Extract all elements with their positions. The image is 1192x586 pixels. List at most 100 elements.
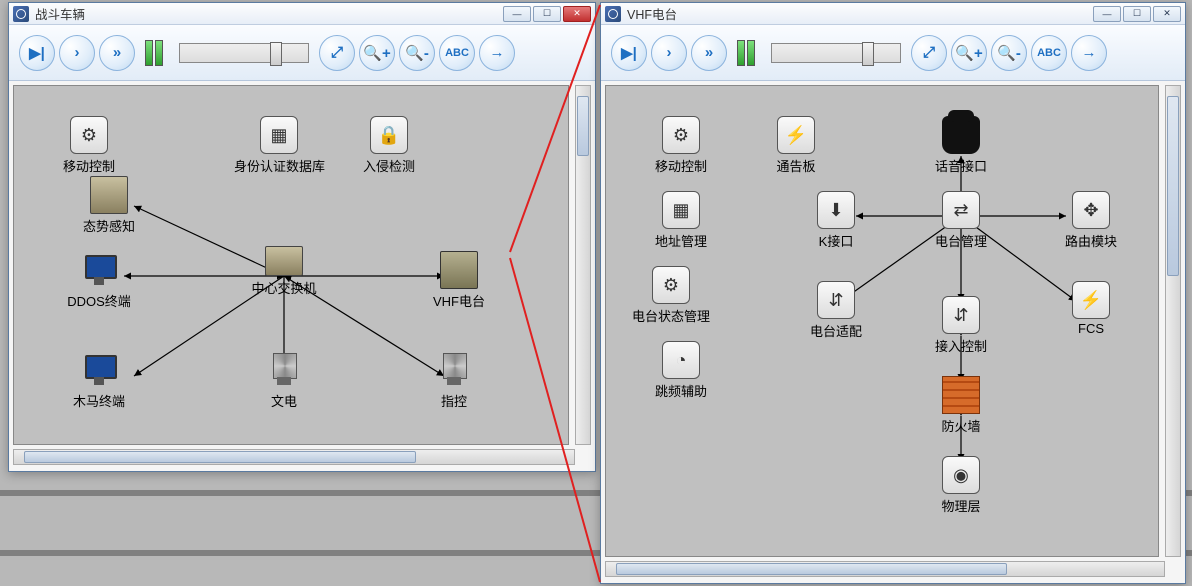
radio-icon xyxy=(440,251,478,289)
canvas-area: ⚙ 移动控制 ⚡ 通告板 话音接口 ▦ 地址管理 ⬇ K接口 ⇄ 电台管理 xyxy=(601,81,1185,581)
toolbar: ▶| › » ⤢ 🔍+ 🔍- ABC → xyxy=(9,25,595,81)
node-access[interactable]: ⇵ 接入控制 xyxy=(916,296,1006,355)
canvas-area: ⚙ 移动控制 ▦ 身份认证数据库 🔒 入侵检测 态势感知 DDOS终端 木马 xyxy=(9,81,595,469)
vertical-scrollbar[interactable] xyxy=(575,85,591,445)
zoom-out-button[interactable]: 🔍- xyxy=(991,35,1027,71)
node-doc[interactable]: 文电 xyxy=(239,351,329,410)
node-vhf[interactable]: VHF电台 xyxy=(414,251,504,310)
node-label: 移动控制 xyxy=(636,156,726,175)
node-trojan[interactable]: 木马终端 xyxy=(54,351,144,410)
flow-icon: ⇵ xyxy=(942,296,980,334)
node-label: 物理层 xyxy=(916,496,1006,515)
zoom-in-button[interactable]: 🔍+ xyxy=(951,35,987,71)
node-fcs[interactable]: ⚡ FCS xyxy=(1046,281,1136,336)
titlebar[interactable]: 战斗车辆 — ☐ ✕ xyxy=(9,3,595,25)
bolt-icon: ⚡ xyxy=(1072,281,1110,319)
expand-button[interactable]: ⤢ xyxy=(911,35,947,71)
go-button[interactable]: → xyxy=(1071,35,1107,71)
go-button[interactable]: → xyxy=(479,35,515,71)
route-icon: ✥ xyxy=(1072,191,1110,229)
node-label: 电台适配 xyxy=(791,321,881,340)
node-label: 路由模块 xyxy=(1046,231,1136,250)
node-k-if[interactable]: ⬇ K接口 xyxy=(791,191,881,250)
close-button[interactable]: ✕ xyxy=(1153,6,1181,22)
maximize-button[interactable]: ☐ xyxy=(533,6,561,22)
status-lights xyxy=(731,40,761,66)
gear-icon: ⚙ xyxy=(70,116,108,154)
speed-slider[interactable] xyxy=(771,43,901,63)
titlebar[interactable]: VHF电台 — ☐ ✕ xyxy=(601,3,1185,25)
node-label: 入侵检测 xyxy=(344,156,434,175)
node-label: 态势感知 xyxy=(64,216,154,235)
app-icon xyxy=(605,6,621,22)
horizontal-scrollbar[interactable] xyxy=(605,561,1165,577)
node-adapter[interactable]: ⇵ 电台适配 xyxy=(791,281,881,340)
node-label: K接口 xyxy=(791,231,881,250)
forward-button[interactable]: » xyxy=(691,35,727,71)
tower-icon xyxy=(435,351,473,389)
node-label: 电台状态管理 xyxy=(626,306,716,325)
firewall-icon xyxy=(942,376,980,414)
node-auth-db[interactable]: ▦ 身份认证数据库 xyxy=(234,116,324,175)
gear-icon: ⚙ xyxy=(662,116,700,154)
forward-button[interactable]: » xyxy=(99,35,135,71)
node-label: 防火墙 xyxy=(916,416,1006,435)
node-label: 木马终端 xyxy=(54,391,144,410)
tower-icon xyxy=(265,351,303,389)
zoom-out-button[interactable]: 🔍- xyxy=(399,35,435,71)
node-status-mgr[interactable]: ⚙ 电台状态管理 xyxy=(626,266,716,325)
vertical-scrollbar[interactable] xyxy=(1165,85,1181,557)
step-button[interactable]: ▶| xyxy=(19,35,55,71)
node-mobile-control[interactable]: ⚙ 移动控制 xyxy=(636,116,726,175)
node-firewall[interactable]: 防火墙 xyxy=(916,376,1006,435)
bolt-icon: ⚡ xyxy=(777,116,815,154)
abc-button[interactable]: ABC xyxy=(1031,35,1067,71)
close-button[interactable]: ✕ xyxy=(563,6,591,22)
horizontal-scrollbar[interactable] xyxy=(13,449,575,465)
node-label: 接入控制 xyxy=(916,336,1006,355)
node-label: 中心交换机 xyxy=(239,278,329,297)
node-label: 移动控制 xyxy=(44,156,134,175)
node-intrusion[interactable]: 🔒 入侵检测 xyxy=(344,116,434,175)
node-switch[interactable]: 中心交换机 xyxy=(239,246,329,297)
grid-icon: ▦ xyxy=(260,116,298,154)
node-label: 话音接口 xyxy=(916,156,1006,175)
next-button[interactable]: › xyxy=(651,35,687,71)
toolbar: ▶| › » ⤢ 🔍+ 🔍- ABC → xyxy=(601,25,1185,81)
minimize-button[interactable]: — xyxy=(1093,6,1121,22)
node-label: 电台管理 xyxy=(916,231,1006,250)
node-voice[interactable]: 话音接口 xyxy=(916,116,1006,175)
node-radio-mgr[interactable]: ⇄ 电台管理 xyxy=(916,191,1006,250)
expand-button[interactable]: ⤢ xyxy=(319,35,355,71)
minimize-button[interactable]: — xyxy=(503,6,531,22)
node-cmd[interactable]: 指控 xyxy=(409,351,499,410)
flow-icon: ⇵ xyxy=(817,281,855,319)
lock-icon: 🔒 xyxy=(370,116,408,154)
step-button[interactable]: ▶| xyxy=(611,35,647,71)
node-mobile-control[interactable]: ⚙ 移动控制 xyxy=(44,116,134,175)
speed-slider[interactable] xyxy=(179,43,309,63)
node-hop[interactable]: ◔ 跳频辅助 xyxy=(636,341,726,400)
window-title: 战斗车辆 xyxy=(35,4,503,23)
node-addr[interactable]: ▦ 地址管理 xyxy=(636,191,726,250)
phone-icon xyxy=(942,116,980,154)
abc-button[interactable]: ABC xyxy=(439,35,475,71)
node-label: 文电 xyxy=(239,391,329,410)
node-ddos[interactable]: DDOS终端 xyxy=(54,251,144,310)
maximize-button[interactable]: ☐ xyxy=(1123,6,1151,22)
node-label: FCS xyxy=(1046,321,1136,336)
node-phy[interactable]: ◉ 物理层 xyxy=(916,456,1006,515)
node-label: 地址管理 xyxy=(636,231,726,250)
node-label: 指控 xyxy=(409,391,499,410)
zoom-in-button[interactable]: 🔍+ xyxy=(359,35,395,71)
node-label: 跳频辅助 xyxy=(636,381,726,400)
node-route[interactable]: ✥ 路由模块 xyxy=(1046,191,1136,250)
next-button[interactable]: › xyxy=(59,35,95,71)
node-sit-aware[interactable]: 态势感知 xyxy=(64,176,154,235)
app-icon xyxy=(13,6,29,22)
node-bulletin[interactable]: ⚡ 通告板 xyxy=(751,116,841,175)
node-label: DDOS终端 xyxy=(54,291,144,310)
antenna-icon: ◉ xyxy=(942,456,980,494)
grid-icon: ▦ xyxy=(662,191,700,229)
window-vhf-radio: VHF电台 — ☐ ✕ ▶| › » ⤢ 🔍+ 🔍- ABC → xyxy=(600,2,1186,584)
